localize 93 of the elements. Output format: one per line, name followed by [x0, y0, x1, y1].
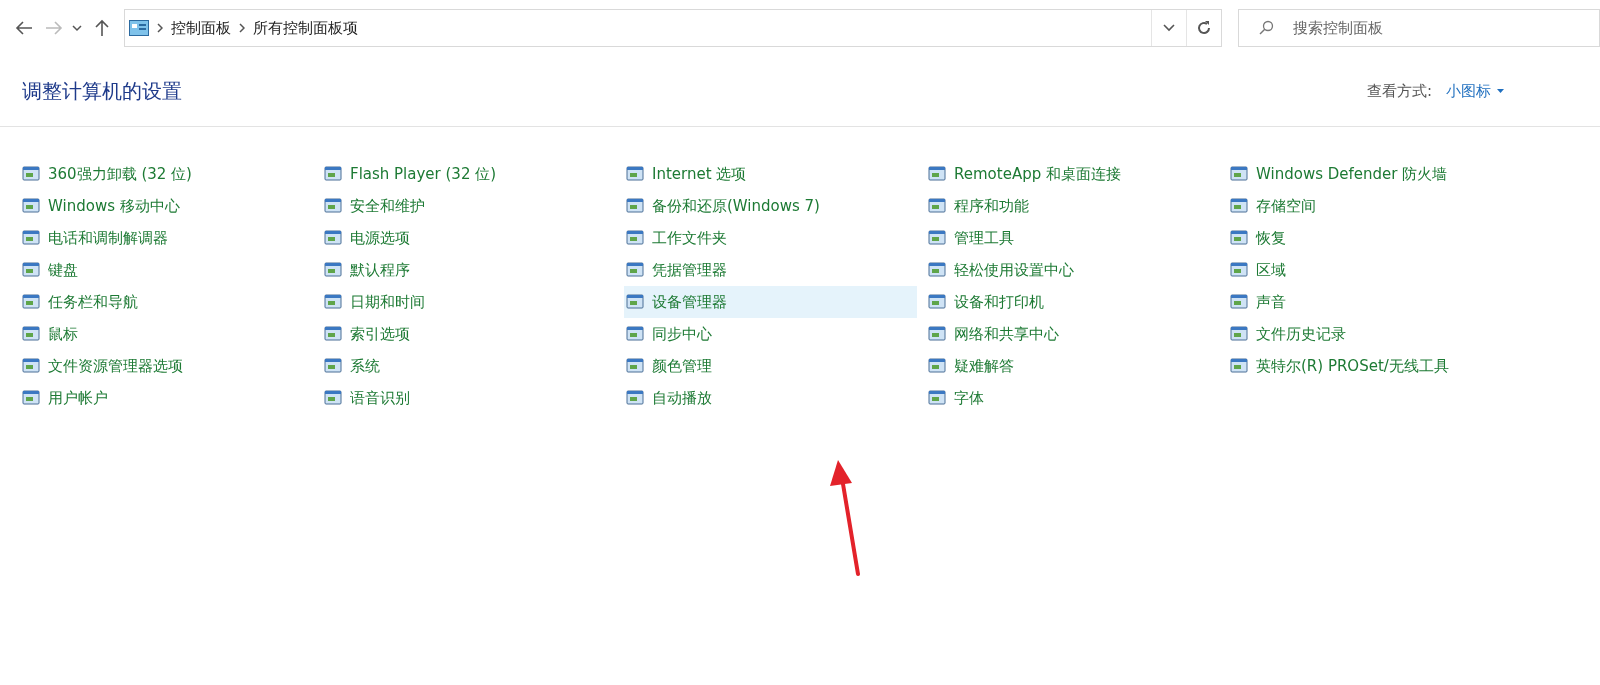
page-heading: 调整计算机的设置	[22, 77, 182, 105]
control-panel-item[interactable]: 系统	[322, 350, 615, 382]
control-panel-item[interactable]: 备份和还原(Windows 7)	[624, 190, 917, 222]
control-panel-item[interactable]: 索引选项	[322, 318, 615, 350]
window-icon	[1230, 165, 1248, 183]
window-icon	[1230, 325, 1248, 343]
window-icon	[324, 357, 342, 375]
control-panel-item[interactable]: 文件历史记录	[1228, 318, 1521, 350]
control-panel-item[interactable]: 管理工具	[926, 222, 1219, 254]
control-panel-item[interactable]: 键盘	[20, 254, 313, 286]
control-panel-item[interactable]: 360强力卸载 (32 位)	[20, 158, 313, 190]
control-panel-item[interactable]: 鼠标	[20, 318, 313, 350]
control-panel-item[interactable]: 区域	[1228, 254, 1521, 286]
window-icon	[22, 293, 40, 311]
chevron-down-icon	[1163, 24, 1175, 32]
window-icon	[1230, 261, 1248, 279]
search-field[interactable]: 搜索控制面板	[1238, 9, 1600, 47]
window-icon	[324, 165, 342, 183]
control-panel-item[interactable]: 电话和调制解调器	[20, 222, 313, 254]
window-icon	[928, 389, 946, 407]
control-panel-item[interactable]: 颜色管理	[624, 350, 917, 382]
control-panel-item[interactable]: 设备管理器	[624, 286, 917, 318]
control-panel-item[interactable]: 同步中心	[624, 318, 917, 350]
window-icon	[928, 197, 946, 215]
window-icon	[928, 325, 946, 343]
control-panel-item[interactable]: 凭据管理器	[624, 254, 917, 286]
control-panel-item[interactable]: 语音识别	[322, 382, 615, 414]
chevron-down-icon[interactable]	[72, 24, 82, 32]
window-icon	[928, 261, 946, 279]
window-icon	[22, 325, 40, 343]
window-icon	[22, 261, 40, 279]
window-icon	[928, 357, 946, 375]
window-icon	[1230, 197, 1248, 215]
window-icon	[1230, 229, 1248, 247]
window-icon	[626, 197, 644, 215]
control-panel-item[interactable]: 设备和打印机	[926, 286, 1219, 318]
control-panel-item[interactable]: 安全和维护	[322, 190, 615, 222]
breadcrumb-item[interactable]: 控制面板	[171, 18, 231, 38]
window-icon	[324, 197, 342, 215]
window-icon	[324, 293, 342, 311]
control-panel-item[interactable]: 网络和共享中心	[926, 318, 1219, 350]
control-panel-item[interactable]: 轻松使用设置中心	[926, 254, 1219, 286]
control-panel-item[interactable]: 恢复	[1228, 222, 1521, 254]
window-icon	[626, 261, 644, 279]
caret-icon	[1497, 89, 1504, 93]
chevron-right-icon	[157, 23, 163, 33]
control-panel-item[interactable]: 英特尔(R) PROSet/无线工具	[1228, 350, 1521, 382]
window-icon	[324, 229, 342, 247]
window-icon	[22, 229, 40, 247]
control-panel-item[interactable]: 用户帐户	[20, 382, 313, 414]
control-panel-item[interactable]: 电源选项	[322, 222, 615, 254]
control-panel-item[interactable]: 疑难解答	[926, 350, 1219, 382]
chevron-right-icon	[239, 23, 245, 33]
breadcrumb-item[interactable]: 所有控制面板项	[253, 18, 358, 38]
control-panel-item[interactable]: 字体	[926, 382, 1219, 414]
view-by-label: 查看方式:	[1366, 81, 1432, 101]
window-icon	[1230, 357, 1248, 375]
window-icon	[324, 389, 342, 407]
control-panel-item[interactable]: 默认程序	[322, 254, 615, 286]
window-icon	[928, 229, 946, 247]
window-icon	[22, 165, 40, 183]
control-panel-item[interactable]: 文件资源管理器选项	[20, 350, 313, 382]
control-panel-item[interactable]: Flash Player (32 位)	[322, 158, 615, 190]
control-panel-item[interactable]: 工作文件夹	[624, 222, 917, 254]
window-icon	[324, 325, 342, 343]
window-icon	[22, 357, 40, 375]
window-icon	[626, 389, 644, 407]
search-icon	[1258, 20, 1274, 36]
control-panel-item[interactable]: Windows 移动中心	[20, 190, 313, 222]
control-panel-item[interactable]: 任务栏和导航	[20, 286, 313, 318]
window-icon	[626, 357, 644, 375]
address-bar[interactable]: 控制面板 所有控制面板项	[124, 9, 1222, 47]
window-icon	[626, 165, 644, 183]
control-panel-item[interactable]: Windows Defender 防火墙	[1228, 158, 1521, 190]
control-panel-item[interactable]: 存储空间	[1228, 190, 1521, 222]
view-by-dropdown[interactable]: 小图标	[1446, 81, 1504, 101]
window-icon	[1230, 293, 1248, 311]
control-panel-item[interactable]: 日期和时间	[322, 286, 615, 318]
control-panel-item[interactable]: Internet 选项	[624, 158, 917, 190]
control-panel-icon	[129, 20, 149, 36]
control-panel-item[interactable]: 声音	[1228, 286, 1521, 318]
window-icon	[324, 261, 342, 279]
window-icon	[626, 325, 644, 343]
window-icon	[626, 229, 644, 247]
control-panel-item[interactable]: 自动播放	[624, 382, 917, 414]
refresh-icon	[1196, 20, 1212, 36]
window-icon	[22, 197, 40, 215]
window-icon	[928, 165, 946, 183]
window-icon	[626, 293, 644, 311]
window-icon	[928, 293, 946, 311]
window-icon	[22, 389, 40, 407]
control-panel-item[interactable]: 程序和功能	[926, 190, 1219, 222]
control-panel-item[interactable]: RemoteApp 和桌面连接	[926, 158, 1219, 190]
